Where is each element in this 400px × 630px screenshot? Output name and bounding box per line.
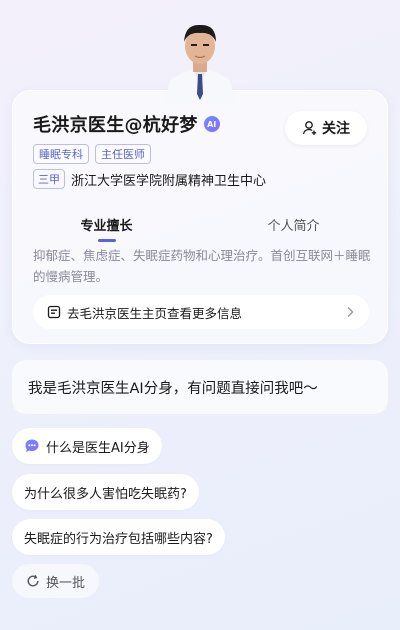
hospital-row: 三甲 浙江大学医学院附属精神卫生中心 (33, 169, 266, 189)
question-label: 失眠症的行为治疗包括哪些内容? (24, 531, 213, 547)
suggested-question[interactable]: 什么是医生AI分身 (12, 428, 162, 464)
chat-bubble-icon (25, 439, 39, 452)
refresh-button[interactable]: 换一批 (12, 564, 100, 598)
question-label: 为什么很多人害怕吃失眠药? (24, 486, 187, 502)
doctor-name: 毛洪京医生@杭好梦 (33, 115, 198, 136)
doctor-tags: 睡眠专科 主任医师 (33, 144, 151, 164)
tab-specialty[interactable]: 专业擅长 (13, 215, 200, 242)
document-icon (47, 305, 61, 319)
doctor-name-row: 毛洪京医生@杭好梦 AI (33, 111, 220, 137)
profile-tabs: 专业擅长 个人简介 (13, 215, 387, 242)
question-label: 什么是医生AI分身 (46, 440, 150, 456)
doctor-avatar (160, 14, 240, 104)
doctor-profile-card: 毛洪京医生@杭好梦 AI 关注 睡眠专科 主任医师 三甲 浙江大学医学院附属精神… (12, 90, 388, 344)
follow-label: 关注 (322, 121, 350, 137)
refresh-label: 换一批 (46, 575, 86, 591)
specialty-text: 抑郁症、焦虑症、失眠症药物和心理治疗。首创互联网＋睡眠的慢病管理。 (33, 248, 371, 284)
refresh-icon (27, 574, 39, 587)
chevron-right-icon (347, 307, 354, 317)
hospital-grade-badge: 三甲 (33, 169, 65, 189)
ai-greeting-message: 我是毛洪京医生AI分身，有问题直接问我吧～ (12, 360, 388, 414)
suggested-question[interactable]: 失眠症的行为治疗包括哪些内容? (12, 519, 225, 555)
greeting-text: 我是毛洪京医生AI分身，有问题直接问我吧～ (28, 380, 318, 397)
homepage-link[interactable]: 去毛洪京医生主页查看更多信息 (33, 295, 369, 329)
suggested-question[interactable]: 为什么很多人害怕吃失眠药? (12, 474, 199, 510)
ai-badge-icon: AI (203, 116, 220, 132)
tag-specialty: 睡眠专科 (33, 144, 89, 164)
tag-title: 主任医师 (95, 144, 151, 164)
add-user-icon (302, 121, 317, 135)
follow-button[interactable]: 关注 (285, 111, 367, 145)
hospital-name: 浙江大学医学院附属精神卫生中心 (71, 173, 267, 189)
homepage-link-label: 去毛洪京医生主页查看更多信息 (67, 305, 243, 321)
tab-bio[interactable]: 个人简介 (200, 215, 387, 234)
